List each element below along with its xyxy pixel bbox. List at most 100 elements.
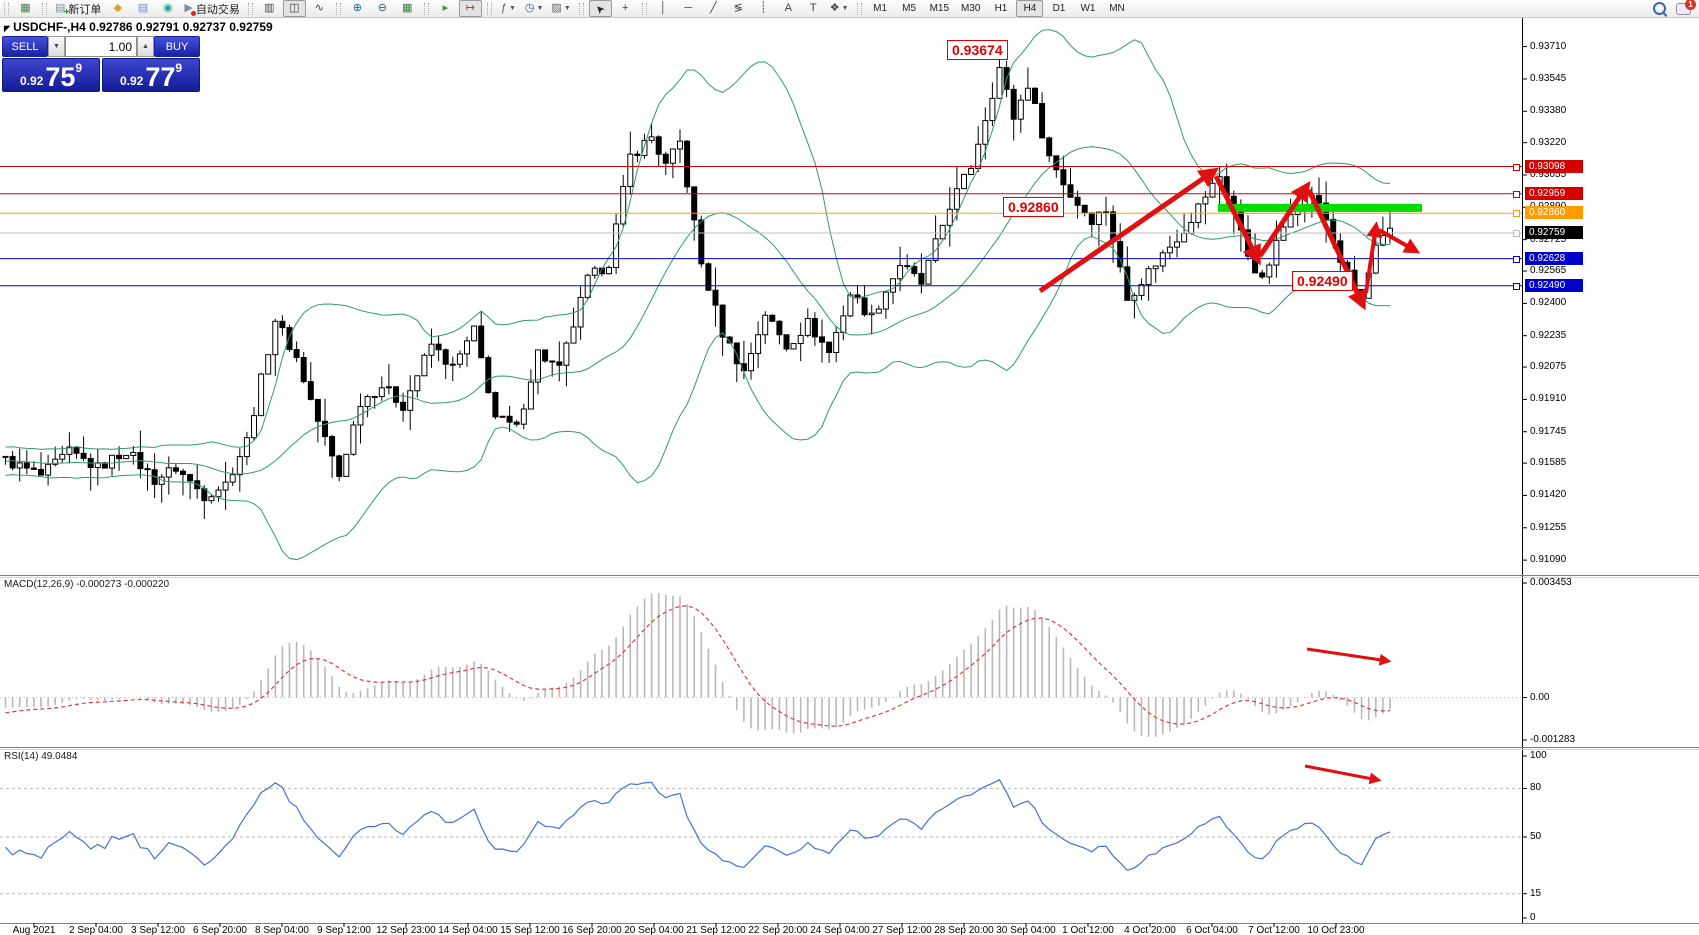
cycle-lines-button[interactable]: ┊ [752,0,775,17]
volume-input[interactable] [65,36,137,57]
macd-axis-tick: -0.001283 [1530,734,1575,745]
bar-chart-button[interactable]: ▥ [258,0,281,17]
sell-button[interactable]: SELL [2,36,48,57]
new-chart-button[interactable]: ▦ [14,0,37,17]
chevron-down-icon: ▼ [536,5,543,12]
toolbar: ▦▤新订单◆▤◉▶自动交易▥◫∿⊕⊖▦▸↦ƒ▼◷▼▨▼➤+│─╱≶┊AT❖▼M1… [0,0,1699,18]
price-axis-tick: 0.92400 [1530,297,1566,308]
buy-price-display[interactable]: 0.92779 [102,58,200,92]
volume-increase-button[interactable]: ▲ [137,36,154,57]
current-price-label: 0.92759 [1525,226,1583,239]
price-axis-tick: 0.92565 [1530,265,1566,276]
price-axis-tick: 0.91090 [1530,554,1566,565]
rsi-axis-tick: 100 [1530,750,1547,761]
level-axis-connector [1513,210,1520,217]
timeframe-mn-button[interactable]: MN [1103,0,1130,17]
sell-price-big: 75 [45,65,75,89]
time-axis-label: 10 Oct 23:00 [1291,925,1381,935]
auto-trading-icon: ▶ [184,3,192,14]
buy-button[interactable]: BUY [154,36,200,57]
tile-windows-button[interactable]: ▦ [396,0,419,17]
macd-axis-tick: 0.003453 [1530,577,1572,588]
timeframe-m15-button[interactable]: M15 [925,0,954,17]
notifications-icon[interactable]: 1 [1676,3,1691,15]
cycle-lines-icon: ┊ [760,3,767,14]
chart-title: ◤USDCHF-,H4 0.92786 0.92791 0.92737 0.92… [4,20,273,34]
timeframe-m30-button[interactable]: M30 [956,0,985,17]
timeframe-w1-button[interactable]: W1 [1074,0,1101,17]
price-axis-tick: 0.91255 [1530,522,1566,533]
toolbar-separator [579,3,584,15]
trend-arrow [1307,649,1388,661]
arrows-icon: ❖ [830,3,840,14]
periods-icon: ◷ [525,3,535,14]
chart-windows-button[interactable]: ▤ [131,0,154,17]
price-level-label: 0.92490 [1525,279,1583,292]
price-annotation[interactable]: 0.92490 [1292,271,1353,291]
cursor-button[interactable]: ➤ [589,0,612,17]
zoom-out-button[interactable]: ⊖ [371,0,394,17]
timeframe-m1-button[interactable]: M1 [867,0,894,17]
new-order-label: 新订单 [68,1,101,17]
templates-button[interactable]: ▨▼ [548,0,573,17]
sell-price-display[interactable]: 0.92759 [2,58,100,92]
cursor-icon: ➤ [593,1,607,15]
price-axis-tick: 0.91585 [1530,457,1566,468]
line-chart-button[interactable]: ∿ [308,0,331,17]
level-axis-connector [1513,191,1520,198]
timeframe-h1-button[interactable]: H1 [987,0,1014,17]
arrows-button[interactable]: ❖▼ [827,0,852,17]
styler-button[interactable]: ◆ [106,0,129,17]
toolbar-separator [4,3,9,15]
text-button[interactable]: A [777,0,800,17]
text-label-button[interactable]: T [802,0,825,17]
periods-button[interactable]: ◷▼ [522,0,547,17]
chart-window: ◤USDCHF-,H4 0.92786 0.92791 0.92737 0.92… [0,18,1699,935]
indicators-icon: ƒ [501,3,507,14]
price-axis-tick: 0.92075 [1530,361,1566,372]
price-annotation[interactable]: 0.92860 [1003,197,1064,217]
vertical-line-icon: │ [660,3,667,14]
new-order-button[interactable]: ▤新订单 [52,0,104,17]
new-order-icon: ▤ [55,3,65,14]
indicators-button[interactable]: ƒ▼ [497,0,520,17]
price-axis-tick: 0.93710 [1530,41,1566,52]
tile-windows-icon: ▦ [402,3,412,14]
toolbar-separator [487,3,492,15]
auto-trading-label: 自动交易 [196,1,240,17]
horizontal-line-button[interactable]: ─ [677,0,700,17]
bar-chart-icon: ▥ [264,3,274,14]
trendline-icon: ╱ [710,3,717,14]
fibonacci-button[interactable]: ≶ [727,0,750,17]
price-axis-tick: 0.91910 [1530,393,1566,404]
zoom-in-icon: ⊕ [353,3,362,14]
volume-decrease-button[interactable]: ▼ [48,36,65,57]
price-level-label: 0.92959 [1525,187,1583,200]
price-annotation[interactable]: 0.93674 [947,40,1008,60]
timeframe-h4-button[interactable]: H4 [1016,0,1043,17]
line-chart-icon: ∿ [315,3,324,14]
trading-platform-window: ▦▤新订单◆▤◉▶自动交易▥◫∿⊕⊖▦▸↦ƒ▼◷▼▨▼➤+│─╱≶┊AT❖▼M1… [0,0,1699,935]
chart-symbol-icon: ◤ [4,24,10,33]
price-level-label: 0.92628 [1525,252,1583,265]
chevron-down-icon: ▼ [564,5,571,12]
candlestick-chart-button[interactable]: ◫ [283,0,306,17]
timeframe-m5-button[interactable]: M5 [896,0,923,17]
text-icon: A [785,3,792,14]
search-icon[interactable] [1653,2,1666,15]
chart-canvas[interactable] [0,0,1699,935]
chart-shift-button[interactable]: ↦ [459,0,482,17]
rsi-axis-tick: 15 [1530,888,1541,899]
fibonacci-icon: ≶ [734,3,743,14]
auto-trading-button[interactable]: ▶ 自动交易 [181,0,242,17]
trendline-button[interactable]: ╱ [702,0,725,17]
toolbar-separator [336,3,341,15]
auto-scroll-button[interactable]: ▸ [434,0,457,17]
zoom-in-button[interactable]: ⊕ [346,0,369,17]
signals-button[interactable]: ◉ [156,0,179,17]
timeframe-d1-button[interactable]: D1 [1045,0,1072,17]
vertical-line-button[interactable]: │ [652,0,675,17]
price-axis-tick: 0.91745 [1530,426,1566,437]
crosshair-button[interactable]: + [614,0,637,17]
auto-scroll-icon: ▸ [443,3,449,14]
